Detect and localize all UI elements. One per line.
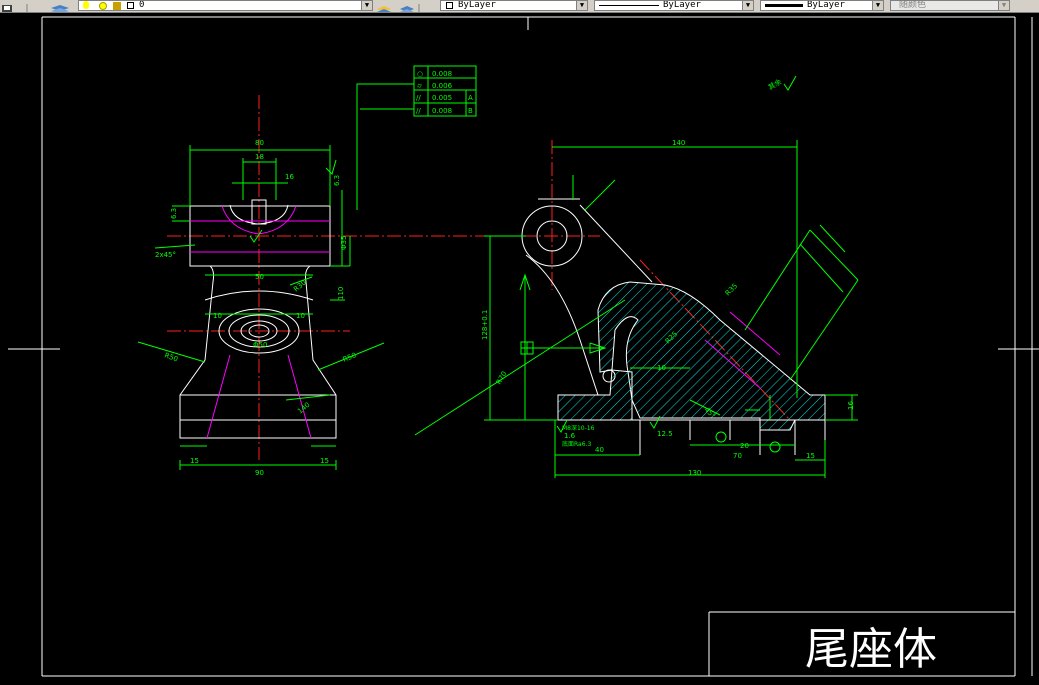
dim-label: 10 [213, 312, 222, 320]
dim-label: 10 [296, 312, 305, 320]
dim-label: 18 [255, 153, 264, 161]
linetype-dropdown[interactable]: ByLayer ▼ [594, 0, 754, 11]
gdt-value: 0.006 [432, 82, 453, 90]
chevron-down-icon[interactable]: ▼ [361, 1, 372, 10]
svg-text:其余: 其余 [767, 77, 784, 92]
chevron-down-icon[interactable]: ▼ [872, 1, 883, 10]
dim-label: 6.3 [333, 175, 341, 186]
dim-label: 15 [806, 452, 815, 460]
dim-label: 130 [688, 469, 701, 477]
layer-states-icon[interactable] [48, 0, 74, 12]
dim-label: Φ50 [253, 341, 267, 349]
gdt-symbol: // [416, 94, 421, 102]
dim-label: 50 [255, 273, 264, 281]
gdt-datum: A [468, 94, 473, 102]
gdt-frame-text: ○ 0.008 ⌭ 0.006 // 0.005 A // 0.008 B [416, 70, 473, 115]
sun-icon [99, 2, 107, 10]
gdt-value: 0.005 [432, 94, 452, 102]
gdt-value: 0.008 [432, 70, 452, 78]
lock-icon [113, 2, 121, 10]
front-view: 80 18 16 2x45° 50 Φ50 10 10 R50 R50 15 1… [137, 95, 500, 477]
gdt-symbol: ⌭ [417, 82, 422, 90]
dim-label: 20 [740, 442, 749, 450]
dim-label: R70 [495, 370, 509, 386]
plotstyle-value: 随颜色 [899, 0, 927, 10]
dim-label: 140 [296, 401, 311, 416]
note-label: M8深10-16 [562, 424, 595, 432]
gdt-symbol: ○ [417, 70, 423, 78]
dim-label: R50 [342, 351, 358, 364]
dim-label: 140 [672, 139, 685, 147]
dim-label: 15 [190, 457, 199, 465]
color-value: ByLayer [458, 0, 496, 10]
plotstyle-dropdown[interactable]: 随颜色 ▼ [890, 0, 1010, 11]
section-view: 140 128+0.1 R70 10 40 70 15 130 16 45° R… [414, 139, 859, 478]
dim-label: 70 [733, 452, 742, 460]
chevron-down-icon[interactable]: ▼ [576, 1, 587, 10]
linetype-value: ByLayer [663, 0, 701, 10]
gdt-symbol: // [416, 107, 421, 115]
color-dropdown[interactable]: ByLayer ▼ [440, 0, 588, 11]
lineweight-value: ByLayer [807, 0, 845, 10]
dim-label: Φ35 [340, 236, 348, 250]
gdt-datum: B [468, 107, 473, 115]
lineweight-preview [765, 4, 803, 7]
dim-label: 2x45° [155, 251, 176, 259]
drawing-canvas[interactable]: 尾座体 ○ 0.008 ⌭ 0.006 // 0.005 A // 0.008 … [0, 12, 1039, 681]
dim-label: 40 [595, 446, 604, 454]
dim-label: 6.3 [170, 208, 178, 219]
dim-label: 90 [255, 469, 264, 477]
dim-label: 16 [847, 401, 855, 410]
dim-label: 128+0.1 [481, 310, 489, 340]
color-swatch [446, 2, 453, 9]
chevron-down-icon[interactable]: ▼ [998, 1, 1009, 10]
dim-label: R35 [724, 282, 739, 297]
layer-manager-icon[interactable] [0, 0, 30, 12]
make-layer-current-icon[interactable] [375, 0, 395, 12]
gdt-value: 0.008 [432, 107, 452, 115]
dim-label: 12.5 [657, 430, 673, 438]
chevron-down-icon[interactable]: ▼ [742, 1, 753, 10]
linetype-preview [599, 5, 659, 6]
note-label: 底面Ra6.3 [562, 440, 591, 448]
lightbulb-icon [83, 1, 89, 9]
color-swatch [127, 2, 134, 9]
layer-dropdown[interactable]: 0 ▼ [78, 0, 373, 11]
dim-label: 10 [657, 364, 666, 372]
dim-label: 110 [337, 287, 345, 300]
drawing-border [8, 16, 1039, 677]
layer-name: 0 [139, 0, 145, 10]
dim-label: 80 [255, 139, 264, 147]
layer-previous-icon[interactable] [398, 0, 420, 12]
title-block-name: 尾座体 [805, 624, 937, 675]
dim-label: 1.6 [564, 432, 576, 440]
roughness-note: 其余 [767, 75, 797, 92]
dim-label: 15 [320, 457, 329, 465]
lineweight-dropdown[interactable]: ByLayer ▼ [760, 0, 884, 11]
dim-label: 16 [285, 173, 294, 181]
